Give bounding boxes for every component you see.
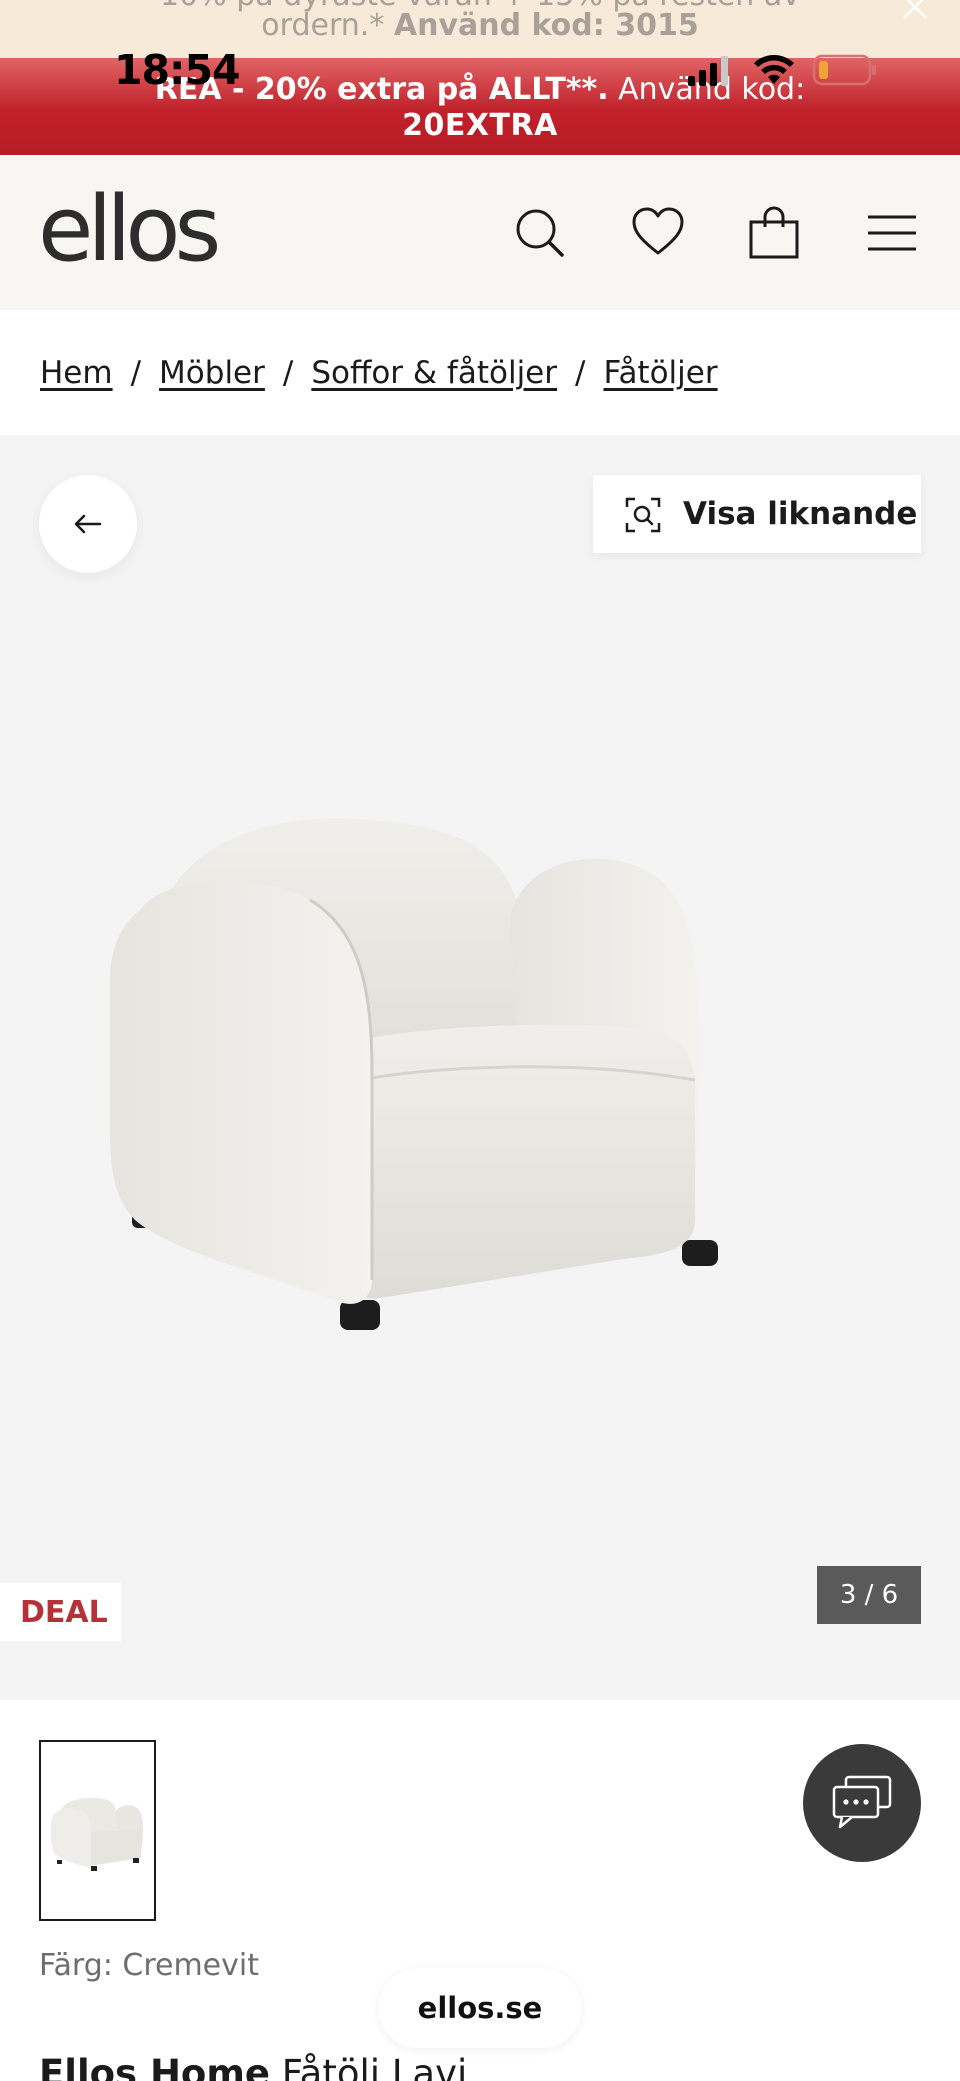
- product-title: Ellos Home Fåtölj Lavi: [39, 2052, 467, 2081]
- breadcrumb-home[interactable]: Hem: [40, 355, 113, 391]
- arrow-left-icon: [74, 514, 102, 534]
- back-button[interactable]: [39, 475, 137, 573]
- breadcrumb-soffor-fatoljer[interactable]: Soffor & fåtöljer: [311, 355, 557, 391]
- deal-badge-label: DEAL: [20, 1595, 108, 1630]
- breadcrumb-separator: /: [282, 355, 294, 391]
- product-thumbnail[interactable]: [39, 1740, 156, 1921]
- chat-button[interactable]: [803, 1744, 921, 1862]
- breadcrumb-fatoljer[interactable]: Fåtöljer: [603, 355, 717, 391]
- breadcrumb-mobler[interactable]: Möbler: [159, 355, 265, 391]
- thumbnail-armchair-image: [51, 1797, 143, 1871]
- breadcrumb-separator: /: [575, 355, 586, 391]
- promo-line-2: ordern.* Använd kod: 3015: [0, 8, 960, 43]
- product-image-gallery[interactable]: Visa liknande DEAL 3 / 6: [0, 435, 960, 1700]
- deal-badge: DEAL: [0, 1583, 121, 1641]
- battery-icon: [812, 54, 876, 86]
- product-image-armchair: [110, 818, 718, 1330]
- status-time: 18:54: [114, 46, 241, 94]
- show-similar-button[interactable]: Visa liknande: [593, 475, 921, 553]
- breadcrumb: Hem / Möbler / Soffor & fåtöljer / Fåtöljer: [40, 355, 718, 391]
- promo-line-2-text: ordern.*: [261, 8, 385, 43]
- product-brand[interactable]: Ellos Home: [39, 2052, 270, 2081]
- image-counter: 3 / 6: [817, 1566, 921, 1624]
- menu-icon[interactable]: [864, 205, 920, 261]
- browser-url-bar[interactable]: ellos.se: [378, 1968, 582, 2048]
- sale-code: 20EXTRA: [402, 108, 558, 143]
- wifi-icon: [754, 55, 794, 84]
- chat-icon: [832, 1775, 892, 1829]
- breadcrumb-separator: /: [130, 355, 142, 391]
- show-similar-label: Visa liknande: [683, 496, 918, 532]
- product-name: Fåtölj Lavi: [281, 2052, 468, 2081]
- signal-icon: [688, 56, 728, 86]
- color-label: Färg: Cremevit: [39, 1948, 259, 1983]
- bag-icon[interactable]: [746, 205, 802, 261]
- search-icon[interactable]: [512, 205, 568, 261]
- ellos-logo[interactable]: ellos: [38, 185, 221, 275]
- site-header: ellos: [0, 155, 960, 310]
- heart-icon[interactable]: [630, 205, 686, 261]
- close-icon[interactable]: [902, 0, 928, 20]
- visual-search-icon: [625, 497, 661, 533]
- promo-code: Använd kod: 3015: [393, 8, 699, 43]
